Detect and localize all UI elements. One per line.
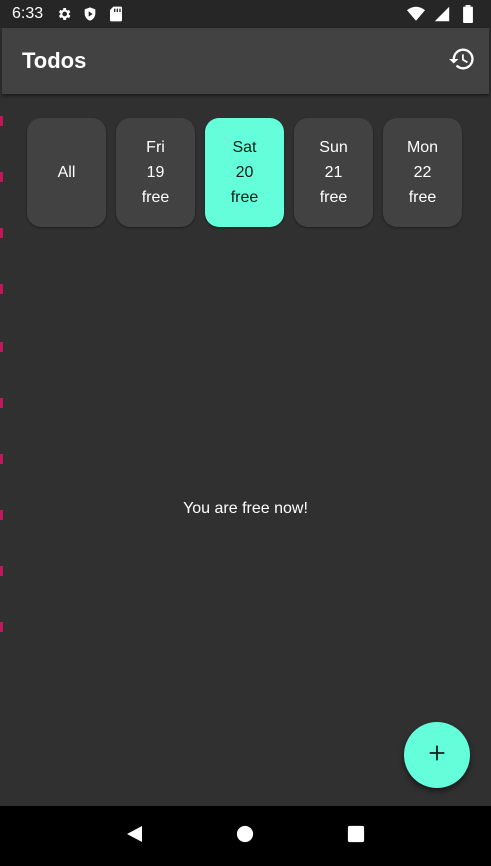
chip-all[interactable]: All	[27, 118, 106, 227]
chip-fri[interactable]: Fri 19 free	[116, 118, 195, 227]
chip-sun[interactable]: Sun 21 free	[294, 118, 373, 227]
recents-button[interactable]	[336, 816, 376, 856]
chip-day: Fri	[146, 139, 165, 156]
home-button[interactable]	[225, 816, 265, 856]
chip-status: free	[230, 189, 259, 206]
history-button[interactable]	[445, 44, 479, 78]
chip-date: 19	[146, 164, 165, 181]
home-icon	[236, 825, 254, 848]
day-filter-chips: All Fri 19 free Sat 20 free Sun 21 free …	[27, 118, 462, 227]
edge-mark	[0, 342, 3, 352]
back-icon	[125, 824, 145, 849]
signal-icon	[433, 5, 451, 23]
page-title: Todos	[22, 48, 87, 73]
status-time: 6:33	[12, 5, 44, 22]
edge-mark	[0, 454, 3, 464]
edge-mark	[0, 622, 3, 632]
edge-marks	[0, 94, 3, 806]
edge-mark	[0, 116, 3, 126]
plus-icon	[426, 742, 448, 769]
edge-mark	[0, 228, 3, 238]
chip-status: free	[408, 189, 437, 206]
wifi-icon	[407, 5, 425, 23]
battery-icon	[459, 5, 477, 23]
chip-date: 21	[324, 164, 343, 181]
history-icon	[448, 45, 476, 78]
shield-icon	[81, 5, 99, 23]
status-bar: 6:33	[0, 0, 491, 28]
edge-mark	[0, 284, 3, 294]
add-todo-button[interactable]	[404, 722, 470, 788]
edge-mark	[0, 172, 3, 182]
chip-date: 20	[235, 164, 254, 181]
chip-line: All	[57, 164, 76, 181]
status-icons-left	[55, 5, 125, 23]
chip-status: free	[319, 189, 348, 206]
gear-icon	[55, 5, 73, 23]
recents-icon	[347, 825, 365, 848]
chip-day: Sun	[319, 139, 348, 156]
chip-date: 22	[413, 164, 432, 181]
back-button[interactable]	[115, 816, 155, 856]
system-nav-bar	[0, 806, 491, 866]
app-screen: 6:33 Todos All Fri 19 free Sat 20 free S…	[0, 0, 491, 866]
chip-day: Sat	[232, 139, 257, 156]
chip-day: Mon	[406, 139, 439, 156]
edge-mark	[0, 566, 3, 576]
chip-status: free	[141, 189, 170, 206]
edge-mark	[0, 398, 3, 408]
status-icons-right	[407, 5, 477, 23]
sd-card-icon	[107, 5, 125, 23]
chip-sat[interactable]: Sat 20 free	[205, 118, 284, 227]
app-bar: Todos	[2, 28, 489, 94]
chip-mon[interactable]: Mon 22 free	[383, 118, 462, 227]
empty-state-message: You are free now!	[183, 500, 308, 517]
